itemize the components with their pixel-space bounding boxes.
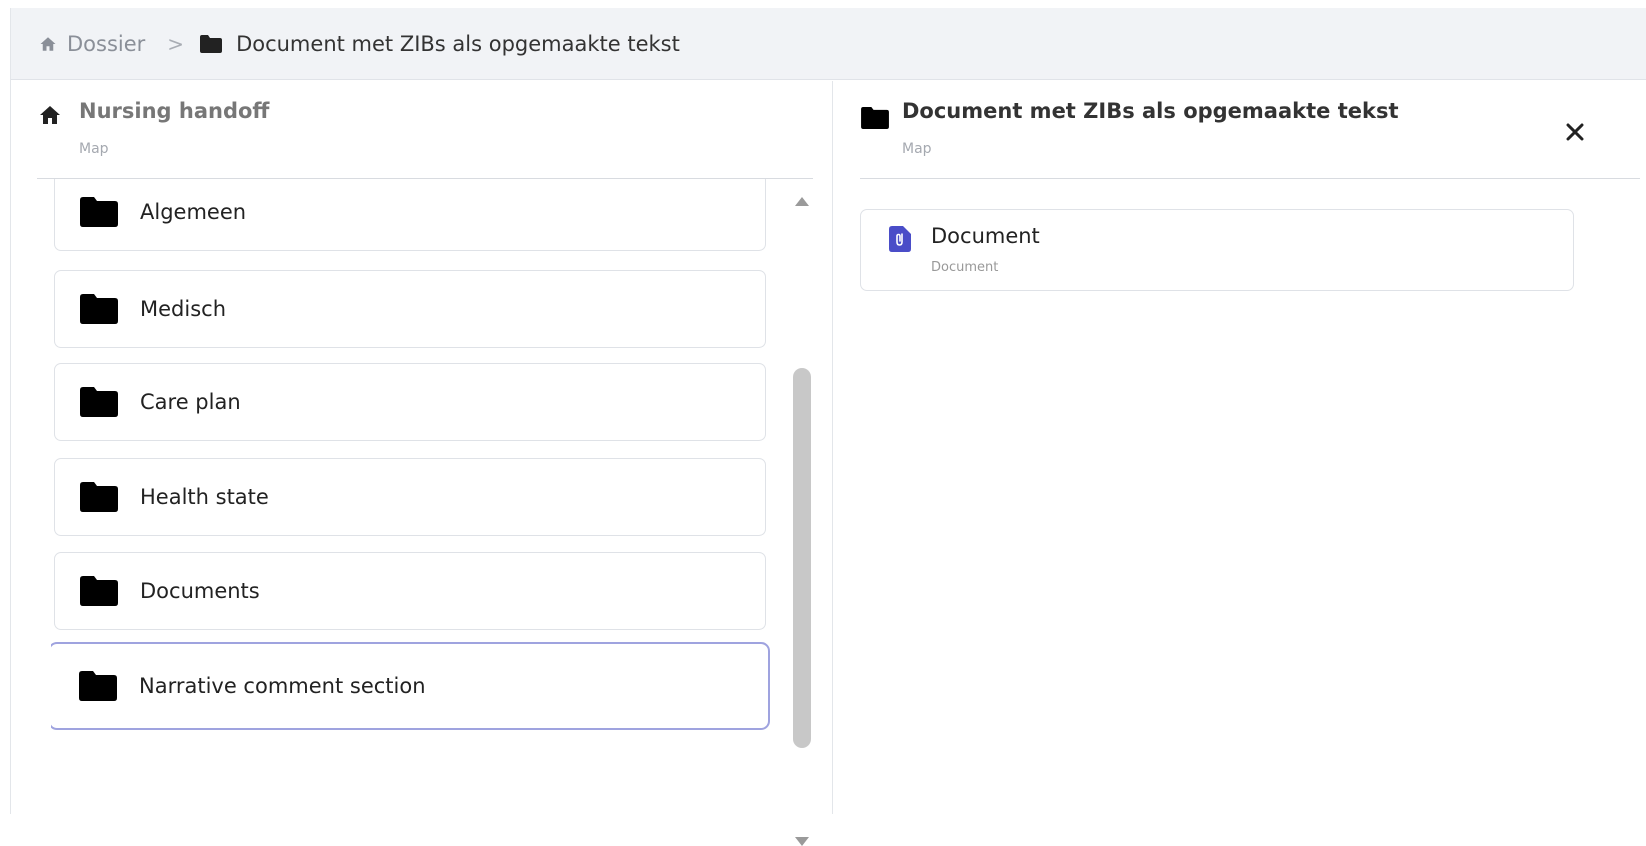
folder-item-algemeen[interactable]: Algemeen xyxy=(54,179,766,251)
left-panel-title: Nursing handoff xyxy=(79,99,270,123)
folder-icon xyxy=(79,671,117,701)
left-panel-header: Nursing handoff Map xyxy=(37,81,813,179)
folder-label: Medisch xyxy=(140,297,226,321)
breadcrumb-current: Document met ZIBs als opgemaakte tekst xyxy=(236,31,680,56)
folder-label: Health state xyxy=(140,485,269,509)
folder-list-scrollbar[interactable] xyxy=(791,179,815,846)
right-panel-title: Document met ZIBs als opgemaakte tekst xyxy=(902,99,1399,123)
home-icon[interactable] xyxy=(39,35,57,53)
folder-list: Algemeen Medisch Care plan Health state xyxy=(51,179,773,814)
document-item-subtitle: Document xyxy=(931,260,999,275)
left-panel: Nursing handoff Map Algemeen Medisch Car… xyxy=(11,81,833,846)
app-window: Dossier > Document met ZIBs als opgemaak… xyxy=(10,8,1646,846)
folder-item-medisch[interactable]: Medisch xyxy=(54,270,766,348)
folder-item-care-plan[interactable]: Care plan xyxy=(54,363,766,441)
folder-item-narrative-comment-section[interactable]: Narrative comment section xyxy=(51,642,770,730)
folder-label: Algemeen xyxy=(140,200,247,224)
folder-label: Care plan xyxy=(140,390,241,414)
folder-label: Narrative comment section xyxy=(139,674,426,698)
scrollbar-thumb[interactable] xyxy=(793,368,811,748)
folder-label: Documents xyxy=(140,579,260,603)
right-panel: Document met ZIBs als opgemaakte tekst M… xyxy=(834,81,1646,814)
document-item[interactable]: Document Document xyxy=(860,209,1574,291)
right-panel-header: Document met ZIBs als opgemaakte tekst M… xyxy=(860,81,1640,179)
folder-item-health-state[interactable]: Health state xyxy=(54,458,766,536)
breadcrumb: Dossier > Document met ZIBs als opgemaak… xyxy=(11,8,1646,80)
folder-icon xyxy=(80,576,118,606)
folder-icon xyxy=(860,107,890,129)
left-panel-subtitle: Map xyxy=(79,141,109,157)
right-panel-subtitle: Map xyxy=(902,141,932,157)
breadcrumb-separator: > xyxy=(167,31,185,56)
folder-icon xyxy=(80,482,118,512)
folder-item-documents[interactable]: Documents xyxy=(54,552,766,630)
close-icon[interactable] xyxy=(1560,117,1590,147)
folder-icon xyxy=(80,294,118,324)
home-icon xyxy=(37,103,63,127)
folder-icon xyxy=(80,197,118,227)
scroll-down-arrow-icon[interactable] xyxy=(795,837,809,846)
folder-icon xyxy=(80,387,118,417)
document-attachment-icon xyxy=(889,226,911,252)
document-item-title: Document xyxy=(931,224,1040,248)
breadcrumb-dossier-link[interactable]: Dossier xyxy=(67,32,145,56)
folder-icon xyxy=(200,34,223,53)
scroll-up-arrow-icon[interactable] xyxy=(795,197,809,206)
